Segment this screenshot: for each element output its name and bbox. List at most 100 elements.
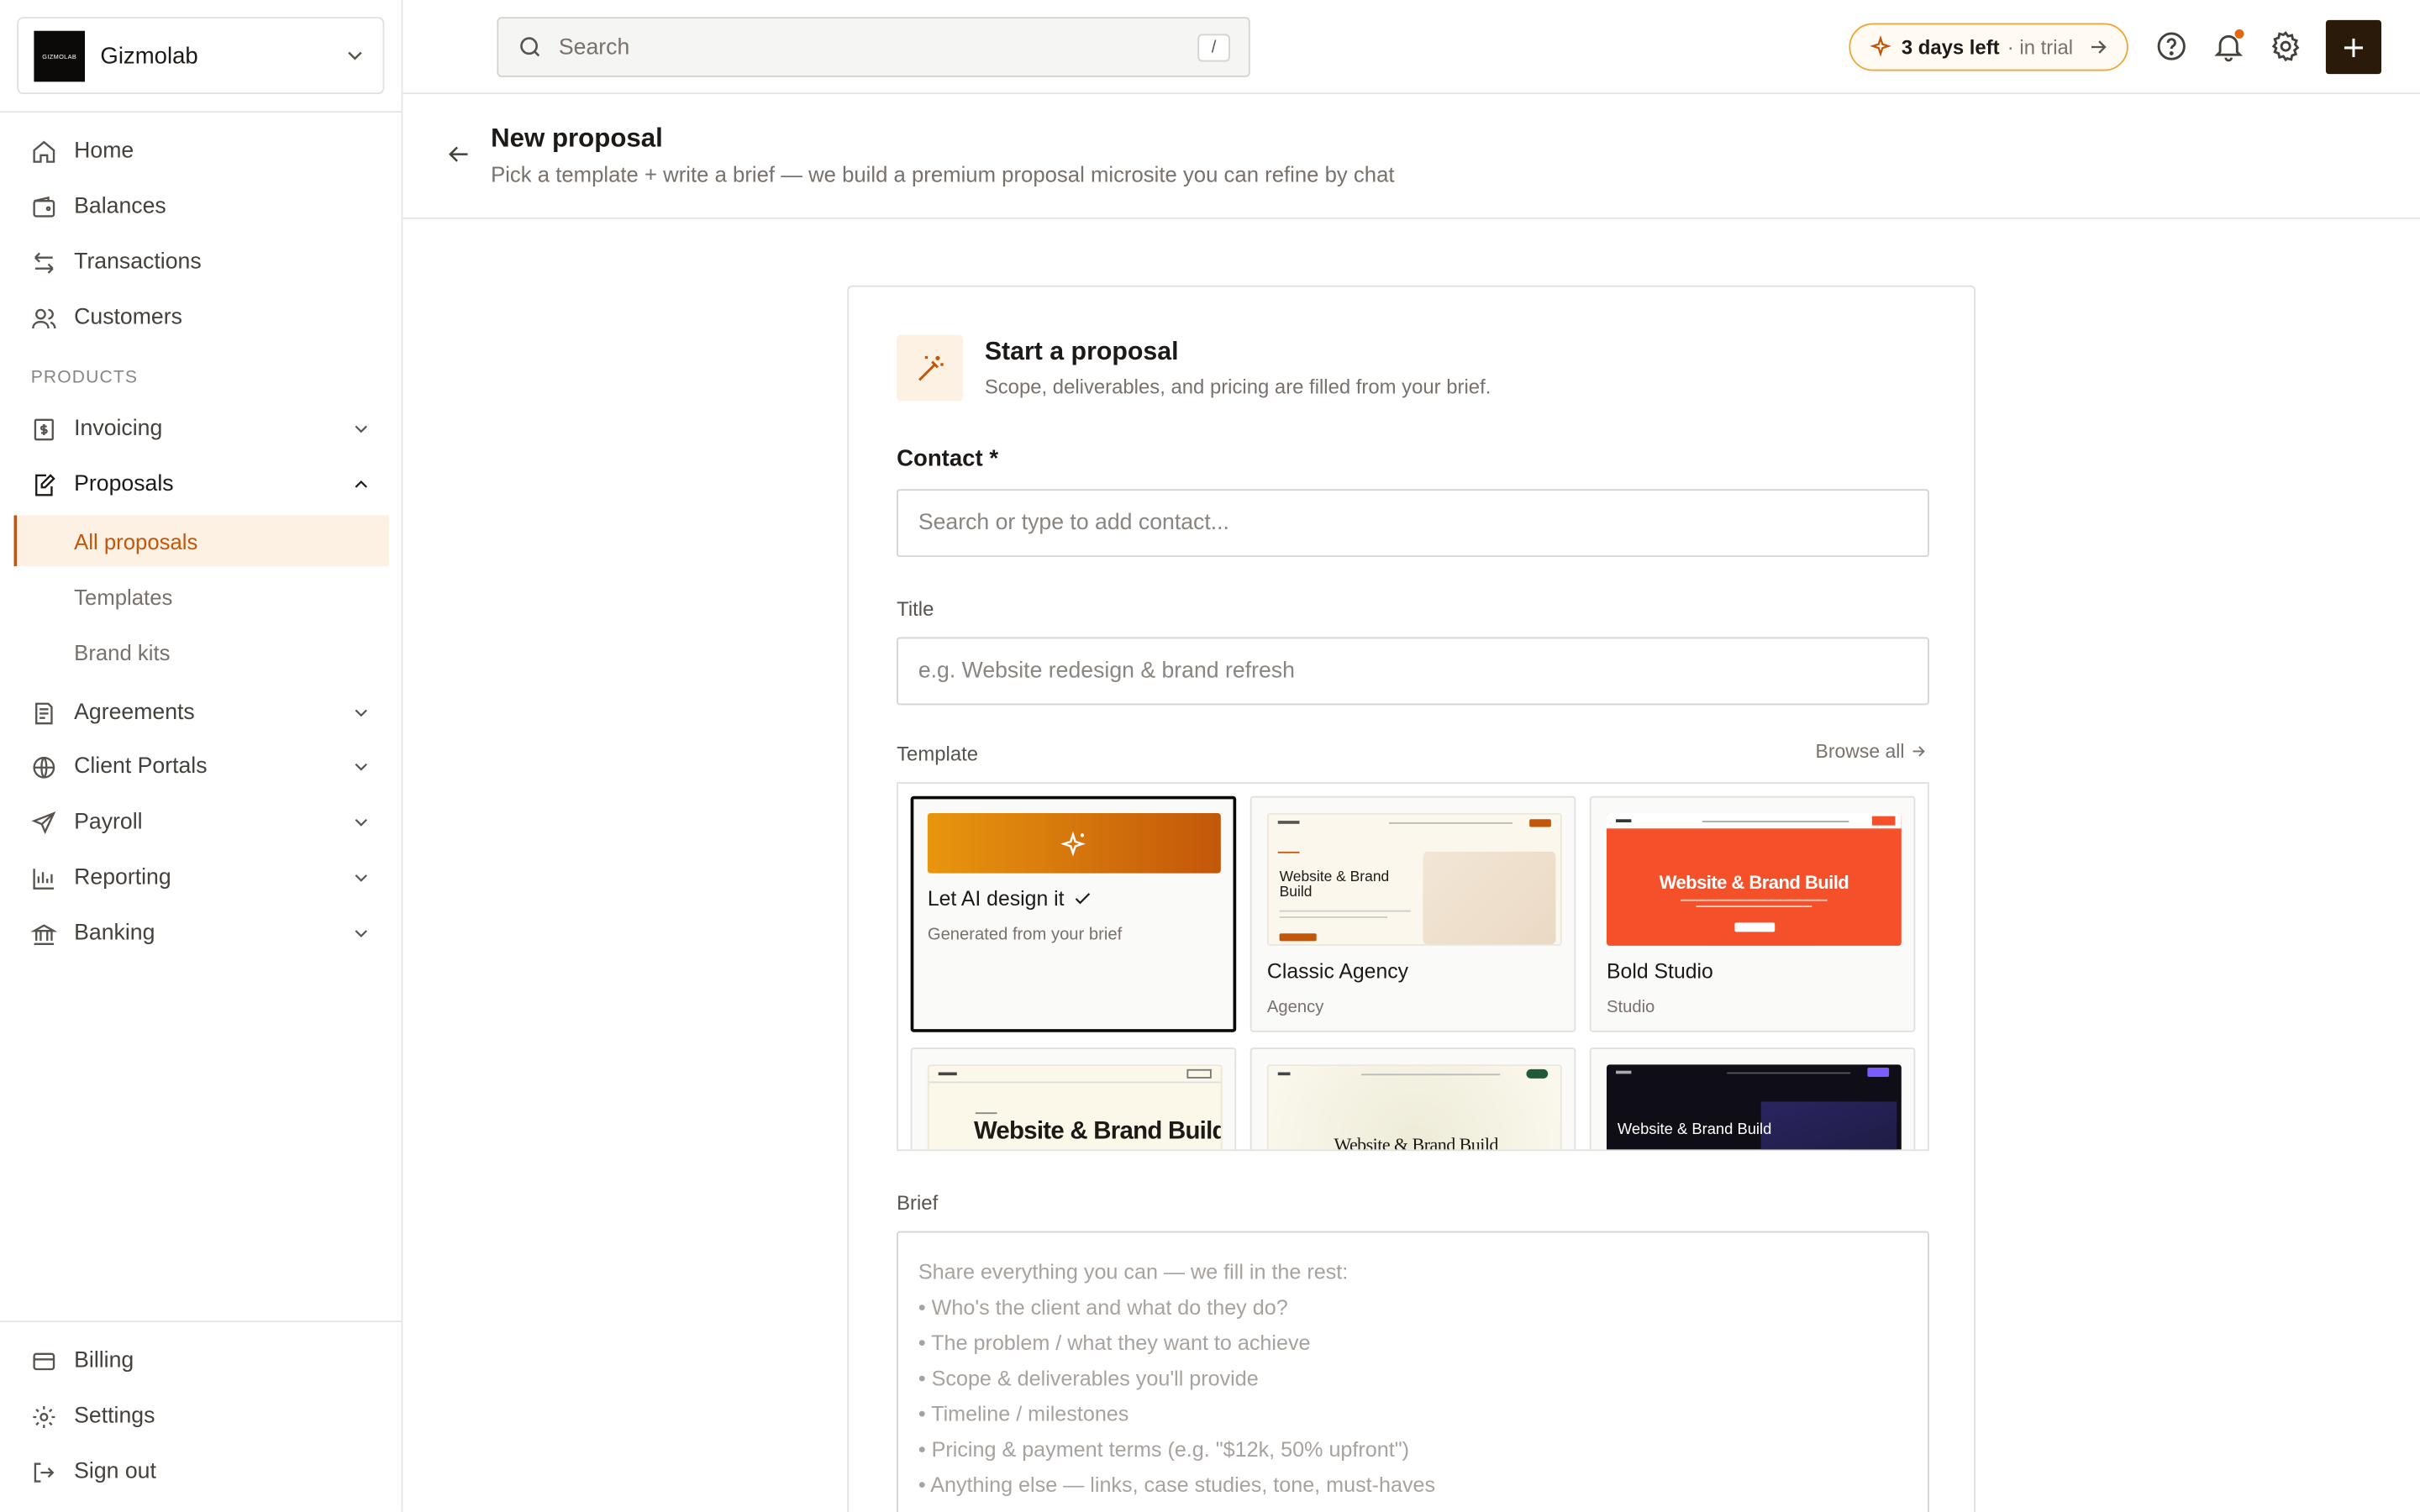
nav-payroll[interactable]: Payroll — [14, 798, 389, 848]
template-thumbnail: Website & Brand Build — [1607, 1064, 1902, 1150]
thumb-cta — [1867, 1067, 1890, 1078]
template-card-bold-studio[interactable]: Website & Brand Build Bold Studio Studio — [1589, 795, 1916, 1032]
arrows-icon — [31, 249, 57, 276]
browse-all-link[interactable]: Browse all — [1815, 740, 1928, 763]
help-button[interactable] — [2154, 29, 2188, 63]
brief-placeholder-line: • Timeline / milestones — [918, 1402, 1129, 1426]
settings-button[interactable] — [2269, 29, 2302, 63]
nav-customers[interactable]: Customers — [14, 293, 389, 343]
template-card-classic-agency[interactable]: Website & Brand Build Classic Agency Age… — [1249, 795, 1576, 1032]
nav-invoicing[interactable]: Invoicing — [14, 404, 389, 454]
signout-icon — [31, 1459, 57, 1485]
template-name: Let AI design it — [928, 887, 1092, 911]
trial-label: · in trial — [2007, 35, 2074, 59]
template-category: Studio — [1607, 998, 1655, 1017]
nav-label: Billing — [74, 1348, 134, 1373]
send-icon — [31, 809, 57, 835]
nav-reporting[interactable]: Reporting — [14, 853, 389, 903]
template-name-label: Let AI design it — [927, 887, 1065, 911]
template-name: Bold Studio — [1607, 959, 1713, 983]
thumb-eyebrow — [1277, 851, 1300, 853]
thumb-logo — [1277, 821, 1300, 824]
nav-label: Invoicing — [74, 416, 163, 442]
global-search[interactable]: / — [497, 17, 1250, 77]
card-title: Start a proposal — [984, 338, 1179, 366]
thumb-logo — [938, 1072, 957, 1076]
thumb-cta — [1526, 1068, 1549, 1079]
brief-placeholder-line: • Anything else — links, case studies, t… — [918, 1473, 1436, 1497]
trial-badge[interactable]: 3 days left · in trial — [1849, 23, 2128, 71]
title-label: Title — [897, 596, 934, 621]
thumb-button — [1279, 933, 1317, 942]
thumb-cta — [1186, 1068, 1212, 1079]
proposal-icon — [31, 471, 57, 497]
chevron-down-icon — [348, 51, 362, 60]
brief-textarea[interactable]: Share everything you can — we fill in th… — [897, 1231, 1929, 1512]
nav-balances[interactable]: Balances — [14, 182, 389, 232]
template-card-ai[interactable]: Let AI design it Generated from your bri… — [910, 795, 1237, 1032]
create-new-button[interactable] — [2325, 19, 2382, 75]
nav-transactions[interactable]: Transactions — [14, 238, 389, 287]
globe-icon — [31, 753, 57, 780]
workspace-logo: GIZMOLAB — [34, 29, 86, 81]
template-thumbnail: Website & Brand Build — [1266, 812, 1562, 946]
template-category: Generated from your brief — [927, 926, 1123, 945]
nav-label: Banking — [74, 921, 155, 946]
trial-days-left: 3 days left — [1901, 35, 2000, 59]
divider — [0, 1320, 403, 1323]
nav-all-proposals[interactable]: All proposals — [13, 515, 389, 567]
nav-client-portals[interactable]: Client Portals — [14, 742, 389, 791]
invoice-icon — [31, 416, 57, 442]
nav-billing[interactable]: Billing — [14, 1336, 389, 1386]
nav-label: Transactions — [74, 249, 202, 275]
chevron-down-icon — [355, 818, 367, 827]
notification-dot — [2234, 29, 2244, 39]
nav-banking[interactable]: Banking — [14, 909, 389, 958]
thumb-title: Website & Brand Build — [1617, 1121, 1772, 1139]
template-card-4[interactable]: Website & Brand Build — [910, 1047, 1237, 1150]
workspace-name: Gizmolab — [100, 42, 198, 69]
sparkle-icon — [1060, 830, 1086, 856]
template-card-5[interactable]: Website & Brand Build — [1249, 1047, 1576, 1152]
thumb-image — [1423, 851, 1556, 945]
nav-proposals[interactable]: Proposals — [14, 459, 389, 509]
nav-agreements[interactable]: Agreements — [14, 688, 389, 738]
arrow-right-icon — [2091, 40, 2107, 54]
thumb-title: Website & Brand Build — [1659, 871, 1849, 894]
thumb-nav — [1702, 821, 1849, 822]
section-label-products: PRODUCTS — [30, 368, 139, 388]
nav-label: Reporting — [74, 865, 171, 890]
nav-label: Home — [74, 139, 134, 164]
nav-settings[interactable]: Settings — [14, 1392, 389, 1441]
back-arrow-icon[interactable] — [445, 140, 472, 168]
page-subtitle: Pick a template + write a brief — we bui… — [491, 161, 1395, 187]
wallet-icon — [31, 194, 57, 220]
search-icon — [520, 37, 540, 57]
nav-brand-kits[interactable]: Brand kits — [14, 627, 389, 678]
title-input[interactable] — [897, 637, 1929, 706]
nav-sign-out[interactable]: Sign out — [14, 1447, 389, 1497]
workspace-switcher[interactable]: GIZMOLAB Gizmolab — [17, 17, 385, 95]
top-bar: / 3 days left · in trial — [402, 0, 2420, 95]
nav-home[interactable]: Home — [14, 127, 389, 176]
brief-placeholder-line: • Scope & deliverables you'll provide — [918, 1367, 1259, 1390]
search-input[interactable] — [558, 34, 1198, 60]
search-shortcut-key: / — [1197, 33, 1230, 61]
contact-input[interactable] — [897, 489, 1929, 558]
card-subtitle: Scope, deliverables, and pricing are fil… — [984, 375, 1491, 398]
template-card-6[interactable]: Website & Brand Build — [1589, 1047, 1916, 1150]
thumb-nav — [1389, 822, 1512, 824]
chevron-down-icon — [355, 763, 367, 771]
thumb-divider — [929, 1081, 1221, 1084]
nav-templates[interactable]: Templates — [14, 571, 389, 622]
thumb-text — [1279, 910, 1411, 912]
thumb-title: Website & Brand Build — [1334, 1133, 1498, 1152]
template-thumbnail: Website & Brand Build — [1607, 812, 1902, 946]
notifications-button[interactable] — [2212, 29, 2245, 63]
brief-placeholder-line: • The problem / what they want to achiev… — [918, 1331, 1311, 1355]
browse-all-label: Browse all — [1815, 740, 1905, 763]
card-icon-badge — [897, 334, 964, 402]
arrow-right-icon — [1912, 746, 1925, 757]
contact-label: Contact * — [897, 445, 999, 473]
nav-label: Agreements — [74, 700, 195, 726]
